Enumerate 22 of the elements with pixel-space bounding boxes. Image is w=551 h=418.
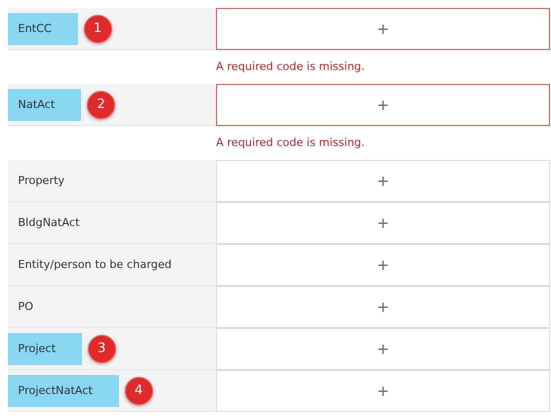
number-badge: 4 [124, 376, 153, 404]
number-badge: 1 [84, 14, 112, 42]
field-label: Entity/person to be charged [17, 256, 173, 272]
field-label: ProjectNatAct [8, 374, 119, 406]
add-button[interactable]: + [216, 84, 550, 126]
add-button[interactable]: + [216, 328, 550, 370]
add-button[interactable]: + [216, 202, 550, 244]
error-message: A required code is missing. [215, 59, 366, 75]
field-label: Project [8, 332, 82, 364]
field-label: NatAct [8, 88, 81, 120]
error-message: A required code is missing. [215, 135, 366, 151]
add-button[interactable]: + [216, 244, 550, 286]
field-label: PO [17, 298, 34, 314]
number-badge: 2 [86, 90, 115, 118]
field-label: EntCC [8, 12, 78, 44]
number-badge: 3 [88, 334, 116, 362]
field-label: BldgNatAct [17, 214, 81, 230]
add-button[interactable]: + [216, 8, 550, 50]
add-button[interactable]: + [216, 286, 550, 328]
field-label: Property [17, 172, 66, 188]
add-button[interactable]: + [216, 370, 550, 412]
add-button[interactable]: + [216, 160, 550, 202]
